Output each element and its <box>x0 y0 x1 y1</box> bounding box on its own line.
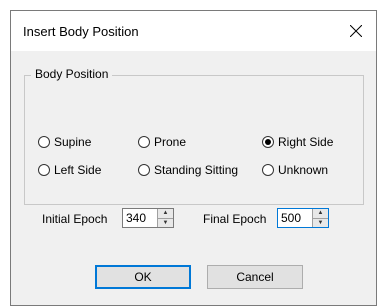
dialog-title: Insert Body Position <box>23 24 139 39</box>
radio-label: Supine <box>54 135 92 149</box>
radio-label: Prone <box>154 135 187 149</box>
radio-right-side[interactable]: Right Side <box>262 135 333 149</box>
group-label: Body Position <box>31 67 113 81</box>
radio-unknown[interactable]: Unknown <box>262 163 328 177</box>
radio-circle <box>38 164 50 176</box>
radio-circle <box>138 164 150 176</box>
initial-epoch-stepper[interactable]: ▲ ▼ <box>122 208 174 228</box>
title-bar: Insert Body Position <box>11 11 376 51</box>
initial-epoch-arrows[interactable]: ▲ ▼ <box>157 209 173 227</box>
radio-circle <box>138 136 150 148</box>
radio-supine[interactable]: Supine <box>38 135 91 149</box>
spin-up-icon[interactable]: ▲ <box>313 209 328 219</box>
radio-left-side[interactable]: Left Side <box>38 163 101 177</box>
radio-label: Right Side <box>278 135 334 149</box>
close-button[interactable] <box>336 11 376 51</box>
radio-prone[interactable]: Prone <box>138 135 186 149</box>
final-epoch-stepper[interactable]: ▲ ▼ <box>277 208 329 228</box>
radio-label: Unknown <box>278 163 329 177</box>
spin-down-icon[interactable]: ▼ <box>313 218 328 227</box>
final-epoch-arrows[interactable]: ▲ ▼ <box>312 209 328 227</box>
background-app <box>0 0 10 306</box>
spin-up-icon[interactable]: ▲ <box>158 209 173 219</box>
close-icon <box>350 25 362 37</box>
radio-label: Left Side <box>54 163 102 177</box>
initial-epoch-input[interactable] <box>123 209 157 227</box>
radio-circle <box>262 136 274 148</box>
cancel-button[interactable]: Cancel <box>207 265 303 289</box>
radio-standing-sitting[interactable]: Standing Sitting <box>138 163 238 177</box>
final-epoch-input[interactable] <box>278 209 312 227</box>
insert-body-position-dialog: Insert Body Position Body Position Supin… <box>10 10 377 306</box>
final-epoch-label: Final Epoch <box>203 212 267 226</box>
ok-button[interactable]: OK <box>95 265 191 289</box>
radio-circle <box>262 164 274 176</box>
initial-epoch-label: Initial Epoch <box>42 212 108 226</box>
radio-circle <box>38 136 50 148</box>
spin-down-icon[interactable]: ▼ <box>158 218 173 227</box>
radio-label: Standing Sitting <box>154 163 239 177</box>
